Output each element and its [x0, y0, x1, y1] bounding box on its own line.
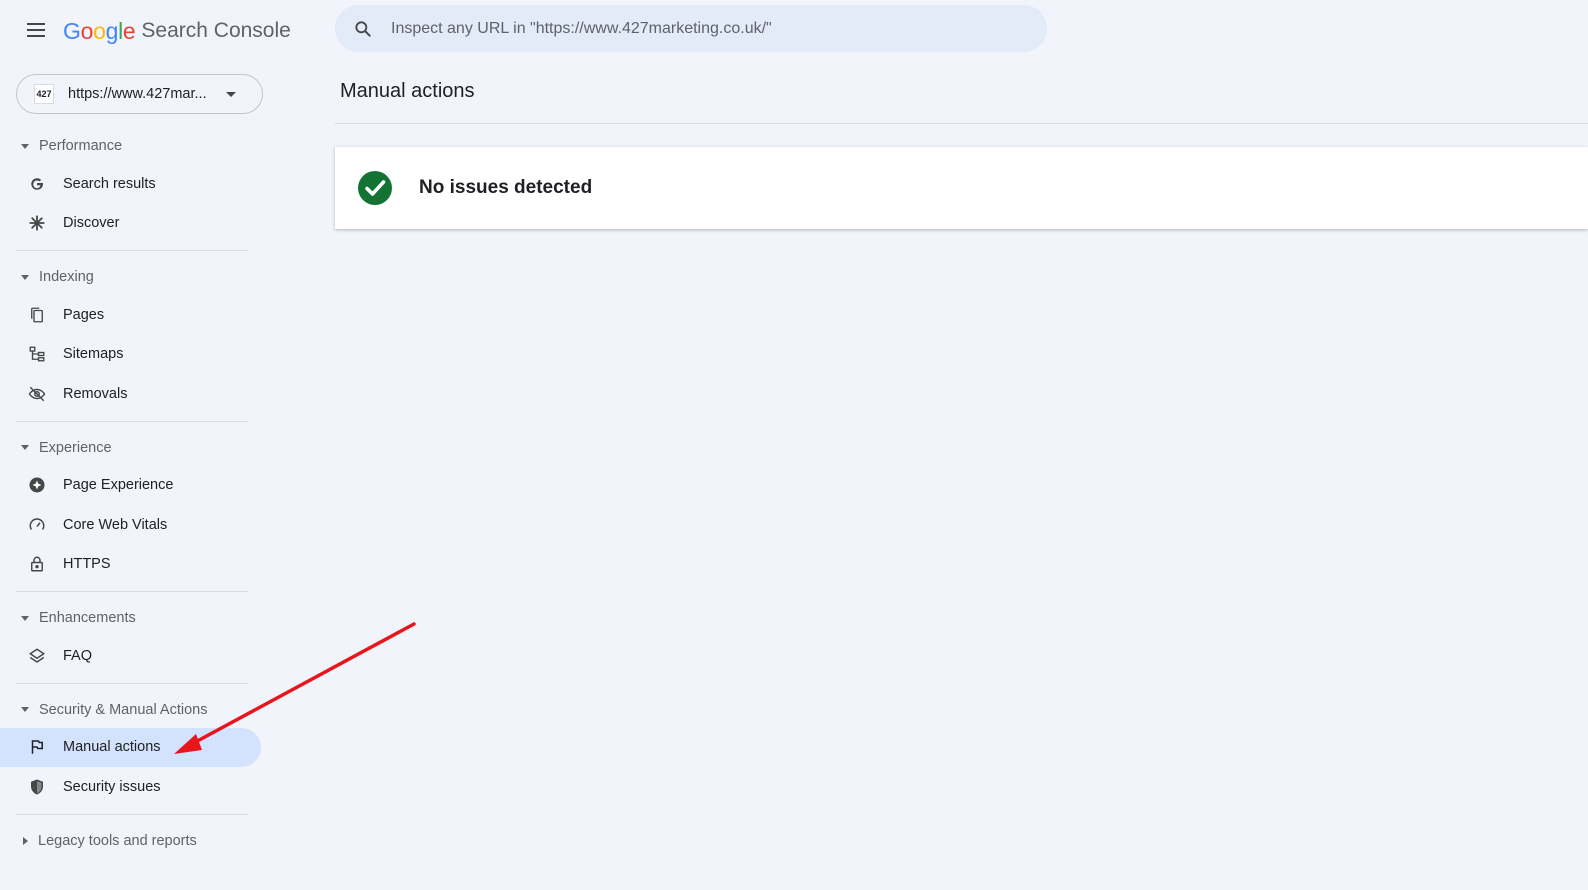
divider [16, 250, 248, 251]
sidebar-item-removals[interactable]: Removals [0, 374, 261, 414]
sidebar-item-label: Page Experience [63, 477, 174, 494]
sidebar-item-label: Security issues [63, 778, 161, 795]
collapse-arrow-icon [21, 445, 29, 450]
sidebar-item-label: Discover [63, 215, 120, 232]
eye-off-icon [27, 384, 47, 404]
section-legacy-tools[interactable]: Legacy tools and reports [0, 823, 262, 859]
menu-bar [27, 35, 45, 37]
logo-letter: g [105, 17, 119, 44]
google-g-icon [27, 174, 47, 194]
sidebar-item-label: Core Web Vitals [63, 516, 168, 533]
url-inspection-input[interactable] [391, 19, 1011, 38]
sidebar-item-pages[interactable]: Pages [0, 295, 261, 335]
divider [16, 682, 248, 684]
collapse-arrow-icon [21, 143, 29, 149]
sidebar-item-label: HTTPS [63, 556, 111, 573]
logo-letter: e [122, 17, 136, 44]
expand-arrow-icon [23, 836, 28, 845]
section-label: Indexing [39, 269, 94, 285]
sidebar-item-https[interactable]: HTTPS [0, 545, 261, 585]
section-performance[interactable]: Performance [0, 128, 262, 164]
logo-letter: o [93, 17, 106, 44]
collapse-arrow-icon [21, 274, 29, 280]
layers-icon [27, 646, 47, 666]
sitemap-icon [27, 344, 47, 364]
divider [16, 420, 248, 422]
sidebar-item-core-web-vitals[interactable]: Core Web Vitals [0, 505, 261, 545]
sidebar-item-faq[interactable]: FAQ [0, 636, 261, 676]
asterisk-icon [27, 213, 47, 233]
url-inspection-bar[interactable] [335, 5, 1047, 52]
logo-letter: G [63, 17, 81, 44]
sidebar-item-page-experience[interactable]: Page Experience [0, 466, 261, 506]
sidebar-item-label: Manual actions [63, 739, 161, 756]
lock-icon [27, 554, 47, 574]
section-label: Experience [39, 439, 112, 456]
main-menu-icon[interactable] [24, 18, 48, 42]
section-label: Legacy tools and reports [38, 832, 197, 849]
collapse-arrow-icon [21, 615, 29, 621]
sidebar-item-security-issues[interactable]: Security issues [0, 767, 261, 807]
property-url: https://www.427mar... [68, 86, 207, 102]
search-console-logo[interactable]: Google Search Console [63, 16, 291, 46]
menu-bar [27, 23, 45, 25]
page-title: Manual actions [340, 80, 475, 102]
section-label: Performance [39, 138, 123, 154]
divider [16, 591, 248, 592]
property-selector[interactable]: 427 https://www.427mar... [16, 74, 263, 114]
speedometer-icon [27, 515, 47, 535]
section-enhancements[interactable]: Enhancements [0, 600, 262, 636]
property-favicon: 427 [34, 84, 54, 104]
flag-icon [27, 737, 47, 757]
section-experience[interactable]: Experience [0, 430, 262, 466]
pages-icon [27, 305, 47, 325]
sidebar-item-label: Pages [63, 306, 105, 323]
product-name: Search Console [141, 19, 291, 42]
sidebar-item-discover[interactable]: Discover [0, 204, 261, 244]
shield-icon [27, 777, 47, 797]
plus-circle-icon [27, 475, 47, 495]
sidebar-item-sitemaps[interactable]: Sitemaps [0, 335, 261, 375]
sidebar-item-search-results[interactable]: Search results [0, 164, 261, 204]
chevron-down-icon [226, 91, 236, 97]
status-card: No issues detected [335, 147, 1588, 229]
divider [335, 123, 1588, 124]
sidebar-item-label: Search results [63, 175, 156, 192]
search-icon[interactable] [351, 17, 375, 41]
sidebar-item-label: Removals [63, 385, 128, 402]
check-circle-icon [358, 171, 392, 205]
sidebar-nav: Performance Search results Discover Inde… [0, 128, 262, 859]
status-message: No issues detected [419, 177, 593, 198]
menu-bar [27, 29, 45, 31]
collapse-arrow-icon [21, 707, 29, 712]
sidebar-item-manual-actions[interactable]: Manual actions [0, 727, 261, 767]
sidebar-item-label: FAQ [63, 647, 93, 664]
section-indexing[interactable]: Indexing [0, 259, 262, 295]
section-security-manual-actions[interactable]: Security & Manual Actions [0, 692, 262, 728]
section-label: Enhancements [39, 610, 136, 626]
google-wordmark: Google [63, 17, 136, 45]
divider [16, 813, 248, 815]
logo-letter: o [80, 17, 94, 44]
sidebar-item-label: Sitemaps [63, 346, 124, 363]
section-label: Security & Manual Actions [39, 701, 208, 718]
